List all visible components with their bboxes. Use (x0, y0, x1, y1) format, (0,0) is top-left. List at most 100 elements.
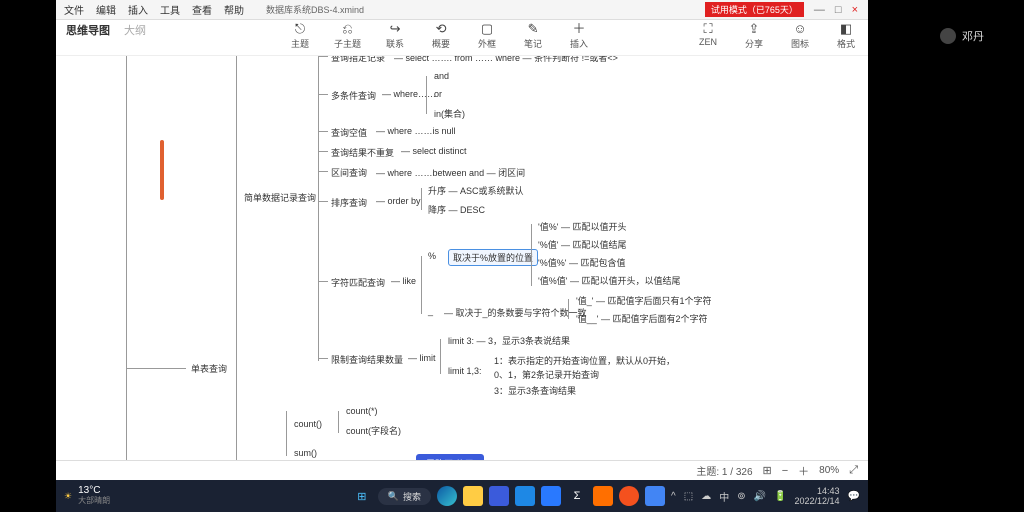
tool-boundary[interactable]: ▢外框 (475, 22, 499, 50)
expand-icon[interactable]: ⤢ (849, 464, 858, 477)
node-null[interactable]: 查询空值 (331, 126, 367, 139)
purchase-button[interactable]: 需购买 使用 (416, 454, 484, 460)
app-icon[interactable] (515, 486, 535, 506)
app-icon[interactable] (619, 486, 639, 506)
zoom-out-button[interactable]: − (782, 465, 788, 477)
node-asc[interactable]: 升序 — ASC或系统默认 (428, 184, 524, 197)
tab-mindmap[interactable]: 思维导图 (66, 22, 110, 38)
node-p3[interactable]: '%值%' — 匹配包含值 (538, 256, 625, 269)
node-l3[interactable]: 3：显示3条查询结果 (494, 384, 576, 397)
edge-icon[interactable] (437, 486, 457, 506)
zoom-in-button[interactable]: ＋ (798, 463, 809, 479)
node-p1[interactable]: '值%' — 匹配以值开头 (538, 220, 626, 233)
app-icon[interactable] (593, 486, 613, 506)
tool-summary[interactable]: ⟲概要 (429, 22, 453, 50)
node-percent[interactable]: % (428, 251, 436, 261)
node-p2[interactable]: '%值' — 匹配以值结尾 (538, 238, 626, 251)
node-p4[interactable]: '值%值' — 匹配以值开头，以值结尾 (538, 274, 680, 287)
node-sum[interactable]: sum() (294, 448, 317, 458)
document-title: 数据库系统DBS-4.xmind (266, 3, 364, 16)
volume-icon[interactable]: 🔊 (754, 491, 766, 502)
toolbar: 思维导图 大纲 ⎋主题 ⎌子主题 ↪联系 ⟲概要 ▢外框 ✎笔记 ＋插入 ⛶ZE… (56, 20, 868, 56)
weather-icon[interactable]: ☀ (64, 491, 72, 502)
node-text[interactable]: — where…… (382, 89, 436, 99)
node-l1[interactable]: 1：表示指定的开始查询位置，默认从0开始， (494, 354, 675, 367)
taskbar-search[interactable]: 🔍 搜索 (378, 488, 431, 505)
trial-badge[interactable]: 试用模式（已765天） (705, 2, 804, 17)
clock[interactable]: 14:43 2022/12/14 (795, 486, 840, 506)
battery-icon[interactable]: 🔋 (774, 491, 786, 502)
menu-tools[interactable]: 工具 (160, 2, 180, 17)
tool-add[interactable]: ＋插入 (567, 22, 591, 50)
tool-share[interactable]: ⇪分享 (742, 22, 766, 50)
node-text[interactable]: — where ……is null (376, 126, 456, 136)
node-like[interactable]: 字符匹配查询 (331, 276, 385, 289)
user-badge[interactable]: 邓丹 (940, 28, 984, 44)
node-count-field[interactable]: count(字段名) (346, 424, 401, 437)
tool-note[interactable]: ✎笔记 (521, 22, 545, 50)
app-icon[interactable]: Σ (567, 486, 587, 506)
menu-insert[interactable]: 插入 (128, 2, 148, 17)
node-between[interactable]: 区间查询 (331, 166, 367, 179)
node-count[interactable]: count() (294, 419, 322, 429)
weather-widget[interactable]: 13°C 大部晴朗 (78, 486, 110, 506)
map-icon[interactable]: ⊞ (763, 464, 772, 477)
node-text[interactable]: — where ……between and — 闭区间 (376, 166, 525, 179)
node-limit13[interactable]: limit 1,3: (448, 366, 482, 376)
node-or[interactable]: or (434, 89, 442, 99)
close-button[interactable]: × (852, 4, 858, 16)
node-text[interactable]: — select ……. from …… where — 条件判断符 !=或者<… (394, 56, 618, 64)
tool-zen[interactable]: ⛶ZEN (696, 22, 720, 47)
menu-help[interactable]: 帮助 (224, 2, 244, 17)
onedrive-icon[interactable]: ☁ (701, 491, 711, 502)
node-in[interactable]: in(集合) (434, 107, 465, 120)
explorer-icon[interactable] (463, 486, 483, 506)
node-u1[interactable]: '值_' — 匹配值字后面只有1个字符 (576, 294, 711, 307)
scrollbar-thumb[interactable] (160, 140, 164, 200)
start-button[interactable]: ⊞ (352, 486, 372, 506)
node-simple-query[interactable]: 简单数据记录查询 (244, 191, 316, 204)
node-select-record[interactable]: 查询指定记录 (331, 56, 385, 64)
app-icon[interactable] (645, 486, 665, 506)
node-limit[interactable]: 限制查询结果数量 (331, 353, 403, 366)
node-u2[interactable]: '值__' — 匹配值字后面有2个字符 (576, 312, 707, 325)
node-orderby[interactable]: 排序查询 (331, 196, 367, 209)
node-text[interactable]: — limit (408, 353, 436, 363)
maximize-button[interactable]: □ (835, 4, 842, 16)
tray-icon[interactable]: ⬚ (684, 491, 693, 502)
node-text[interactable]: — like (391, 276, 416, 286)
menu-file[interactable]: 文件 (64, 2, 84, 17)
node-single-table[interactable]: 单表查询 (191, 362, 227, 375)
node-text[interactable]: — select distinct (401, 146, 467, 156)
notifications-icon[interactable]: 💬 (848, 491, 860, 502)
calendar-icon[interactable] (489, 486, 509, 506)
connector-line (318, 358, 328, 359)
node-percent-pos[interactable]: 取决于%放置的位置 (448, 249, 538, 266)
menu-edit[interactable]: 编辑 (96, 2, 116, 17)
mindmap-canvas[interactable]: 简单数据记录查询 单表查询 查询指定记录 — select ……. from …… (56, 56, 868, 460)
chevron-up-icon[interactable]: ^ (671, 491, 676, 502)
node-text[interactable]: — 取决于_的条数要与字符个数一致 (444, 306, 587, 319)
connector-line (318, 131, 328, 132)
node-underscore[interactable]: _ (428, 306, 433, 316)
tool-format[interactable]: ◧格式 (834, 22, 858, 50)
tool-iconset[interactable]: ☺图标 (788, 22, 812, 50)
app-icon[interactable] (541, 486, 561, 506)
node-multi-cond[interactable]: 多条件查询 (331, 89, 376, 102)
node-l2[interactable]: 0、1，第2条记录开始查询 (494, 368, 599, 381)
node-count-star[interactable]: count(*) (346, 406, 378, 416)
tool-subtopic[interactable]: ⎌子主题 (334, 22, 361, 50)
node-and[interactable]: and (434, 71, 449, 81)
node-text[interactable]: — order by (376, 196, 421, 206)
node-desc[interactable]: 降序 — DESC (428, 203, 485, 216)
node-limit3[interactable]: limit 3: — 3，显示3条表说结果 (448, 334, 570, 347)
smile-icon: ☺ (793, 22, 806, 36)
wifi-icon[interactable]: ⊚ (737, 491, 745, 502)
tab-outline[interactable]: 大纲 (124, 22, 146, 38)
tool-relation[interactable]: ↪联系 (383, 22, 407, 50)
ime-icon[interactable]: 中 (719, 489, 729, 504)
node-distinct[interactable]: 查询结果不重复 (331, 146, 394, 159)
tool-topic[interactable]: ⎋主题 (288, 22, 312, 50)
minimize-button[interactable]: — (814, 4, 825, 16)
menu-view[interactable]: 查看 (192, 2, 212, 17)
